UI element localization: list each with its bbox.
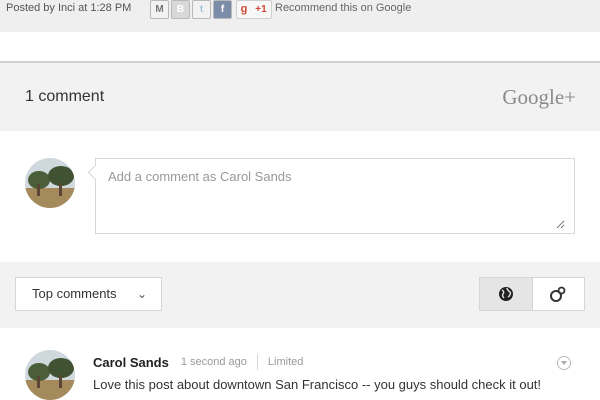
comment-count: 1 comment	[25, 88, 105, 105]
chevron-down-icon: ⌄	[136, 287, 147, 301]
google-plus-logo: Google+	[502, 85, 576, 109]
posted-by: Posted by Inci at 1:28 PM	[6, 2, 132, 14]
comment-box	[87, 158, 575, 234]
google-plus-icon: g	[240, 3, 248, 15]
globe-icon	[498, 287, 513, 301]
comment-meta: Carol Sands 1 second ago Limited	[93, 354, 303, 370]
plus-one-label: +1	[255, 4, 267, 15]
visibility-label[interactable]: Limited	[268, 356, 303, 368]
comment-timestamp[interactable]: 1 second ago	[181, 356, 247, 368]
share-icons: M B t f g +1	[150, 0, 272, 19]
comments-header: 1 comment Google+	[0, 63, 600, 131]
blogger-icon[interactable]: B	[171, 0, 190, 19]
avatar	[25, 350, 75, 400]
comment-author[interactable]: Carol Sands	[93, 355, 169, 370]
avatar	[25, 158, 75, 208]
circles-view-button[interactable]	[533, 278, 585, 310]
comment-box-notch	[87, 164, 104, 181]
recommend-text: Recommend this on Google	[275, 2, 412, 14]
public-view-button[interactable]	[480, 278, 533, 310]
view-toggle	[479, 277, 585, 311]
meta-separator	[256, 354, 258, 370]
comment-input[interactable]	[106, 167, 565, 229]
post-footer: Posted by Inci at 1:28 PM M B t f g +1 R…	[0, 0, 600, 32]
facebook-icon[interactable]: f	[213, 0, 232, 19]
comment-text: Love this post about downtown San Franci…	[93, 377, 542, 392]
twitter-icon[interactable]: t	[192, 0, 211, 19]
sort-dropdown[interactable]: Top comments ⌄	[15, 277, 162, 311]
comment-options-button[interactable]	[557, 356, 571, 370]
sort-label: Top comments	[32, 286, 117, 301]
email-icon[interactable]: M	[150, 0, 169, 19]
sort-bar: Top comments ⌄	[0, 262, 600, 328]
circles-icon	[550, 286, 566, 302]
plus-one-button[interactable]: g +1	[236, 0, 272, 19]
